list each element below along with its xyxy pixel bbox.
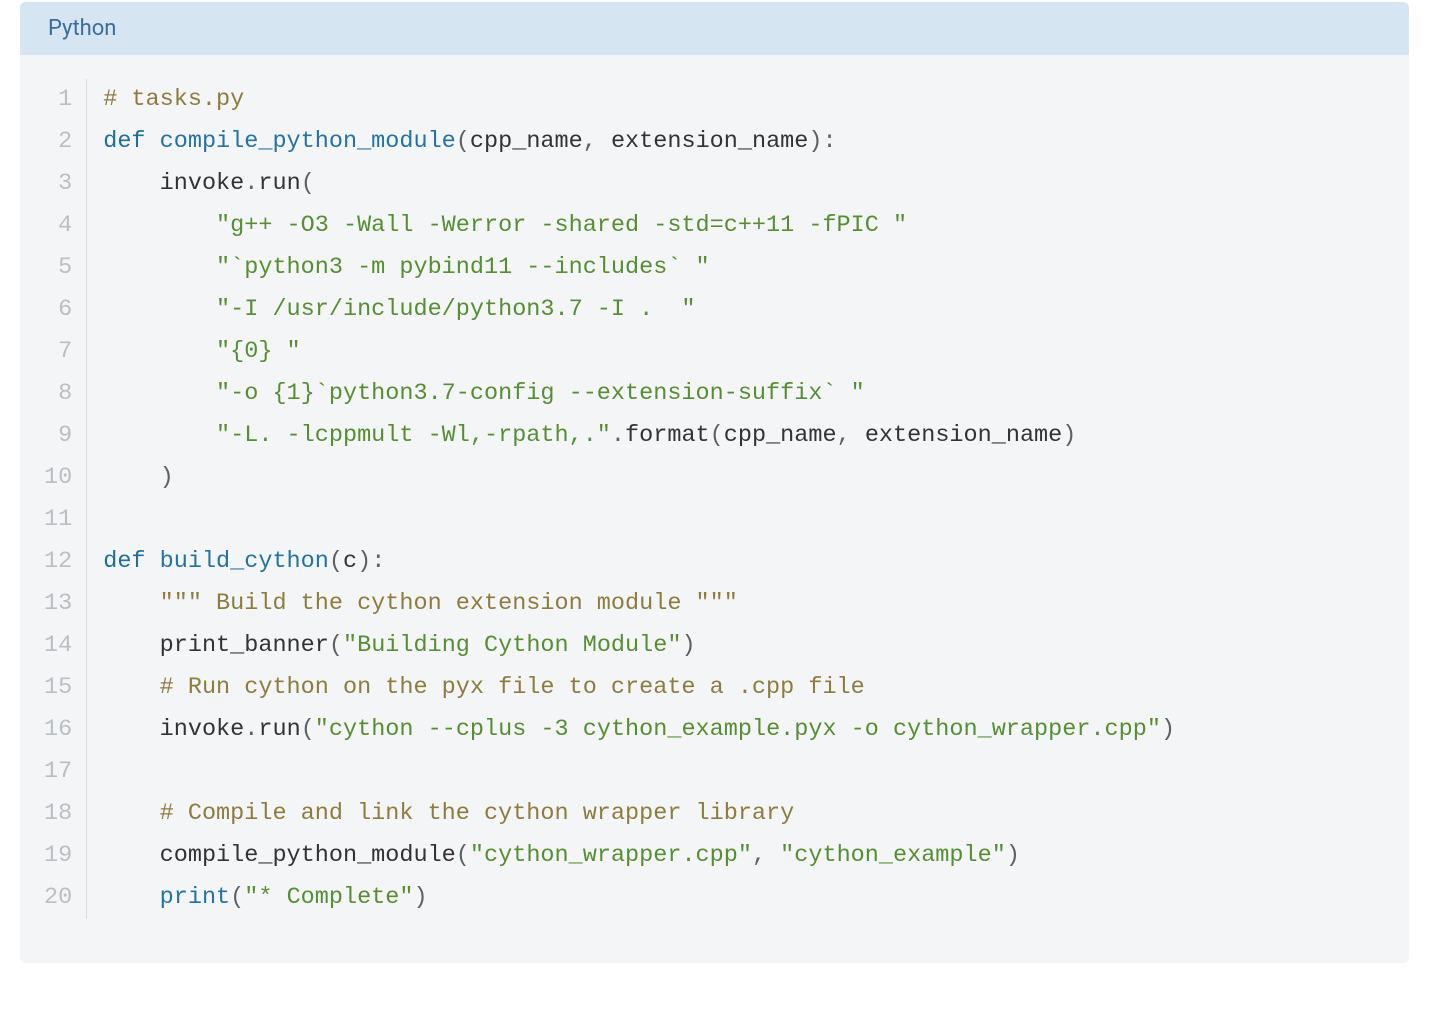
code-line: def build_cython(c):: [103, 541, 1385, 583]
code-content[interactable]: # tasks.pydef compile_python_module(cpp_…: [87, 79, 1385, 919]
line-number: 18: [44, 793, 72, 835]
code-line: # tasks.py: [103, 79, 1385, 121]
code-line: # Compile and link the cython wrapper li…: [103, 793, 1385, 835]
code-body: 1234567891011121314151617181920 # tasks.…: [20, 55, 1409, 963]
code-line: invoke.run(: [103, 163, 1385, 205]
line-number-gutter: 1234567891011121314151617181920: [44, 79, 87, 919]
line-number: 2: [44, 121, 72, 163]
code-line: def compile_python_module(cpp_name, exte…: [103, 121, 1385, 163]
line-number: 8: [44, 373, 72, 415]
code-block: Python 1234567891011121314151617181920 #…: [20, 2, 1409, 963]
line-number: 4: [44, 205, 72, 247]
line-number: 1: [44, 79, 72, 121]
line-number: 6: [44, 289, 72, 331]
code-line: invoke.run("cython --cplus -3 cython_exa…: [103, 709, 1385, 751]
code-line: [103, 751, 1385, 793]
code-line: ): [103, 457, 1385, 499]
code-line: compile_python_module("cython_wrapper.cp…: [103, 835, 1385, 877]
code-line: print_banner("Building Cython Module"): [103, 625, 1385, 667]
line-number: 19: [44, 835, 72, 877]
code-line: [103, 499, 1385, 541]
line-number: 7: [44, 331, 72, 373]
line-number: 5: [44, 247, 72, 289]
language-label: Python: [48, 16, 116, 41]
line-number: 9: [44, 415, 72, 457]
code-line: "-L. -lcppmult -Wl,-rpath,.".format(cpp_…: [103, 415, 1385, 457]
line-number: 16: [44, 709, 72, 751]
line-number: 3: [44, 163, 72, 205]
code-line: "`python3 -m pybind11 --includes` ": [103, 247, 1385, 289]
code-line: "-o {1}`python3.7-config --extension-suf…: [103, 373, 1385, 415]
line-number: 17: [44, 751, 72, 793]
line-number: 10: [44, 457, 72, 499]
line-number: 11: [44, 499, 72, 541]
code-line: "{0} ": [103, 331, 1385, 373]
code-line: print("* Complete"): [103, 877, 1385, 919]
language-header: Python: [20, 2, 1409, 55]
line-number: 12: [44, 541, 72, 583]
code-line: # Run cython on the pyx file to create a…: [103, 667, 1385, 709]
line-number: 15: [44, 667, 72, 709]
code-line: """ Build the cython extension module ""…: [103, 583, 1385, 625]
line-number: 20: [44, 877, 72, 919]
line-number: 13: [44, 583, 72, 625]
code-line: "-I /usr/include/python3.7 -I . ": [103, 289, 1385, 331]
line-number: 14: [44, 625, 72, 667]
code-line: "g++ -O3 -Wall -Werror -shared -std=c++1…: [103, 205, 1385, 247]
